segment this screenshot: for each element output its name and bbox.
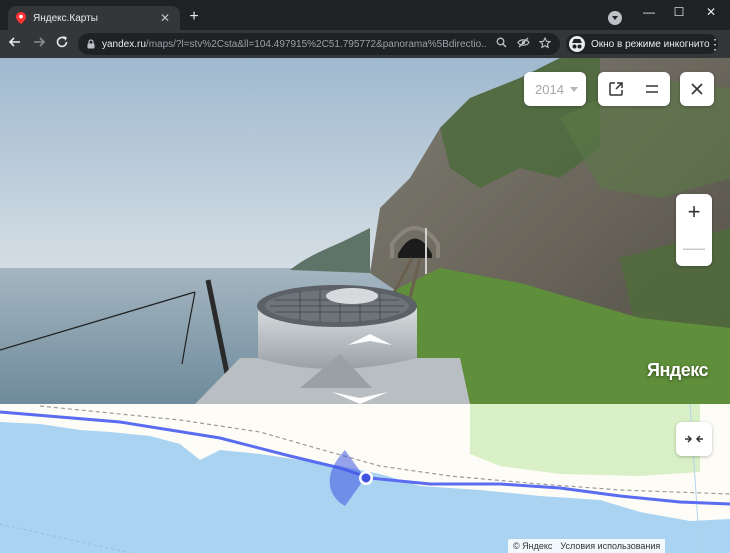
terms-link[interactable]: Условия использования <box>560 541 660 551</box>
window-close-button[interactable]: ✕ <box>696 4 726 20</box>
tab-search-icon[interactable] <box>608 11 622 25</box>
browser-menu-kebab-icon[interactable]: ⋮ <box>708 35 722 53</box>
mini-map[interactable] <box>0 404 730 553</box>
browser-toolbar: yandex.ru/maps/?l=stv%2Csta&ll=104.49791… <box>0 30 730 58</box>
incognito-indicator[interactable]: Окно в режиме инкогнито <box>566 34 718 54</box>
collapse-map-button[interactable] <box>676 422 712 456</box>
new-tab-button[interactable]: + <box>185 8 203 26</box>
tab-strip: Яндекс.Карты ✕ + — ☐ ✕ <box>0 0 730 30</box>
position-marker <box>361 473 371 483</box>
incognito-label: Окно в режиме инкогнито <box>591 38 710 50</box>
menu-button[interactable] <box>634 72 670 106</box>
forward-arrow-icon[interactable] <box>30 35 48 53</box>
share-icon <box>609 82 623 96</box>
copyright-text[interactable]: © Яндекс <box>513 541 552 551</box>
back-arrow-icon[interactable] <box>6 35 24 53</box>
map-copyright-bar: © Яндекс Условия использования <box>508 539 666 553</box>
bookmark-star-icon[interactable] <box>538 36 552 51</box>
chevron-down-icon <box>569 86 578 92</box>
tab-close-icon[interactable]: ✕ <box>158 11 172 25</box>
mini-map-canvas <box>0 404 730 553</box>
url-path: /maps/?l=stv%2Csta&ll=104.497915%2C51.79… <box>145 38 486 50</box>
url-host: yandex.ru <box>102 38 146 50</box>
minimize-button[interactable]: — <box>634 4 664 20</box>
close-icon <box>691 83 703 95</box>
zoom-out-button[interactable]: — <box>676 230 712 266</box>
zoom-control: + — <box>676 194 712 266</box>
url-text: yandex.ru/maps/?l=stv%2Csta&ll=104.49791… <box>102 39 486 50</box>
browser-chrome: Яндекс.Карты ✕ + — ☐ ✕ yandex.ru/maps/?l… <box>0 0 730 58</box>
zoom-in-button[interactable]: + <box>676 194 712 230</box>
tab-title: Яндекс.Карты <box>33 12 98 24</box>
collapse-arrows-icon <box>685 435 703 443</box>
panorama-view[interactable] <box>0 58 730 404</box>
share-button[interactable] <box>598 72 634 106</box>
maximize-button[interactable]: ☐ <box>664 4 694 20</box>
share-menu-group <box>598 72 670 106</box>
incognito-icon <box>569 36 585 52</box>
tab-yandex-maps[interactable]: Яндекс.Карты ✕ <box>8 6 180 30</box>
tracking-blocked-eye-icon[interactable] <box>516 37 530 51</box>
map-pin-icon <box>16 12 26 24</box>
hamburger-icon <box>646 85 658 93</box>
year-value: 2014 <box>535 81 564 97</box>
close-panorama-button[interactable] <box>680 72 714 106</box>
yandex-logo: Яндекс <box>647 360 709 380</box>
reload-icon[interactable] <box>53 35 71 53</box>
lock-icon <box>87 39 95 49</box>
address-bar[interactable]: yandex.ru/maps/?l=stv%2Csta&ll=104.49791… <box>78 33 560 55</box>
zoom-magnifier-icon[interactable] <box>494 37 508 51</box>
year-selector[interactable]: 2014 <box>524 72 586 106</box>
panorama-image <box>0 58 730 404</box>
